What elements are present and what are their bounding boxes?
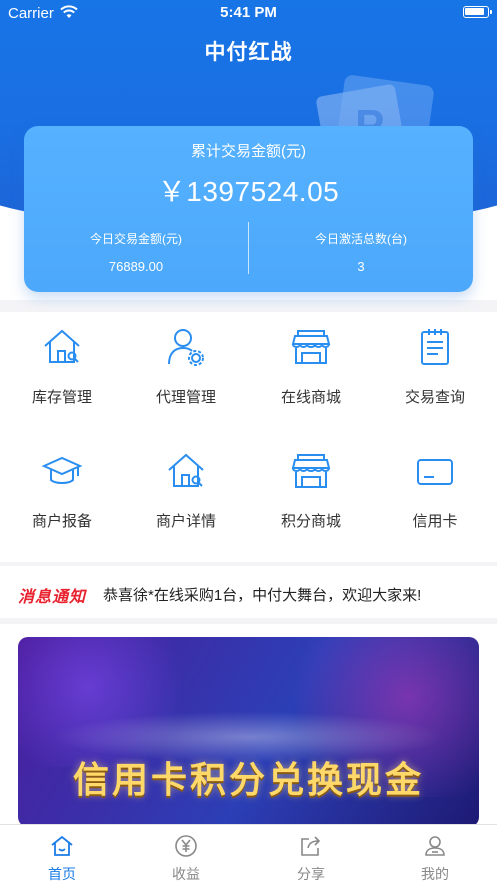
menu-item-online-mall[interactable]: 在线商城 <box>249 312 373 422</box>
home-icon <box>50 834 74 858</box>
tab-home[interactable]: 首页 <box>0 825 124 883</box>
profile-icon <box>423 834 447 858</box>
page-title: 中付红战 <box>204 41 293 64</box>
menu-item-agent[interactable]: 代理管理 <box>124 312 248 422</box>
user-gear-icon <box>165 326 207 368</box>
clipboard-list-icon <box>414 326 456 368</box>
notice-bar[interactable]: 消息通知 恭喜徐*在线采购1台，中付大舞台，欢迎大家来! <box>0 566 497 618</box>
status-bar: Carrier 5:41 PM <box>0 0 497 26</box>
total-amount-value: ￥1397524.05 <box>157 176 340 207</box>
tab-earnings[interactable]: 收益 <box>124 825 248 883</box>
battery-icon <box>463 6 492 18</box>
tab-label: 首页 <box>48 866 76 882</box>
feature-menu-grid: 库存管理 代理管理 在线商城 交易查询 商户报备 商户详情 积分商城 信用卡 <box>0 312 497 562</box>
status-time: 5:41 PM <box>220 4 277 21</box>
total-amount-label: 累计交易金额(元) <box>191 143 306 160</box>
today-activated-value: 3 <box>357 259 365 274</box>
menu-item-transaction-query[interactable]: 交易查询 <box>373 312 497 422</box>
tab-share[interactable]: 分享 <box>249 825 373 883</box>
menu-item-merchant-details[interactable]: 商户详情 <box>124 436 248 546</box>
tab-label: 收益 <box>172 866 200 882</box>
transaction-summary-card: 累计交易金额(元) ￥1397524.05 今日交易金额(元) 76889.00… <box>24 126 473 292</box>
notice-text: 恭喜徐*在线采购1台，中付大舞台，欢迎大家来! <box>103 587 422 604</box>
menu-item-label: 代理管理 <box>155 389 216 406</box>
today-amount-label: 今日交易金额(元) <box>90 232 182 246</box>
tab-label: 我的 <box>421 866 449 882</box>
graduation-cap-icon <box>41 450 83 492</box>
menu-item-label: 商户详情 <box>155 513 216 530</box>
share-icon <box>299 834 323 858</box>
banner-section: 信用卡积分兑换现金 <box>0 624 497 827</box>
menu-item-points-mall[interactable]: 积分商城 <box>249 436 373 546</box>
menu-item-label: 在线商城 <box>280 389 341 406</box>
menu-item-label: 库存管理 <box>31 389 92 406</box>
today-activated-label: 今日激活总数(台) <box>315 232 407 246</box>
menu-item-credit-card[interactable]: 信用卡 <box>373 436 497 546</box>
menu-item-label: 积分商城 <box>280 513 341 530</box>
menu-item-label: 交易查询 <box>404 389 465 406</box>
menu-item-merchant-report[interactable]: 商户报备 <box>0 436 124 546</box>
notice-tag: 消息通知 <box>18 589 87 606</box>
promo-banner[interactable]: 信用卡积分兑换现金 <box>18 637 479 827</box>
storefront-icon <box>290 326 332 368</box>
yen-coin-icon <box>174 834 198 858</box>
storefront-icon <box>290 450 332 492</box>
house-search-icon <box>41 326 83 368</box>
today-amount-value: 76889.00 <box>108 259 164 274</box>
tab-label: 分享 <box>297 866 325 882</box>
tab-profile[interactable]: 我的 <box>373 825 497 883</box>
credit-card-icon <box>414 450 456 492</box>
banner-title: 信用卡积分兑换现金 <box>72 759 424 801</box>
bottom-tab-bar: 首页 收益 分享 我的 <box>0 824 497 883</box>
menu-item-label: 信用卡 <box>412 513 458 530</box>
menu-item-label: 商户报备 <box>31 513 92 530</box>
menu-item-inventory[interactable]: 库存管理 <box>0 312 124 422</box>
house-search-icon <box>165 450 207 492</box>
